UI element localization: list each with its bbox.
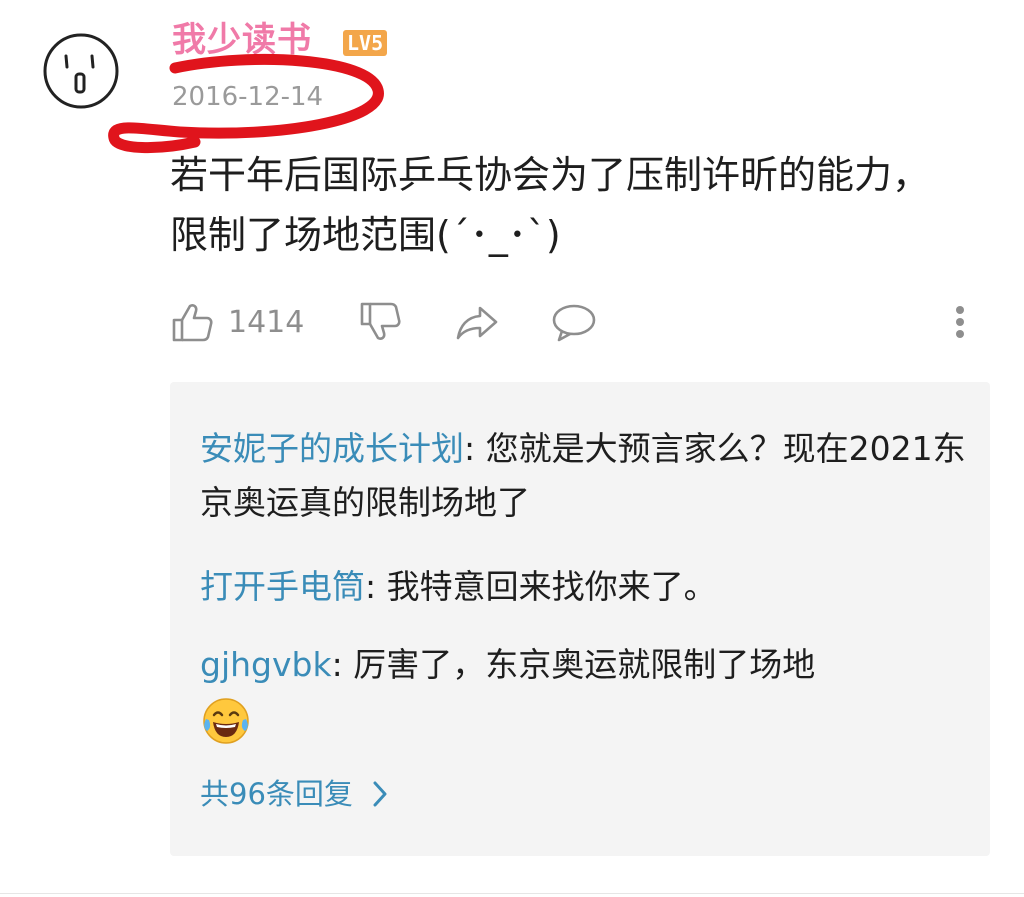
laughing-tears-emoji-icon [203, 697, 249, 744]
replies-panel: 安妮子的成长计划: 您就是大预言家么？现在2021东京奥运真的限制场地了 打开手… [170, 382, 990, 856]
comment-item: 我少读书 LV5 2016-12-14 若干年后国际乒乓协会为了压制许昕的能力，… [0, 0, 1024, 897]
thumbs-up-icon [172, 304, 213, 342]
reply-username[interactable]: gjhgvbk [200, 645, 332, 684]
avatar[interactable] [42, 32, 120, 110]
comment-actions: 1414 [170, 295, 980, 349]
reply-item[interactable]: 安妮子的成长计划: 您就是大预言家么？现在2021东京奥运真的限制场地了 [200, 422, 970, 530]
username[interactable]: 我少读书 [172, 18, 312, 62]
reply-text: 厉害了，东京奥运就限制了场地 [353, 645, 816, 684]
reply-item[interactable]: gjhgvbk: 厉害了，东京奥运就限制了场地 [200, 638, 970, 747]
reply-item[interactable]: 打开手电筒: 我特意回来找你来了。 [200, 560, 970, 614]
chevron-right-icon [373, 781, 387, 807]
like-count: 1414 [228, 304, 305, 340]
speech-bubble-icon [552, 304, 596, 342]
more-options-button[interactable] [946, 295, 974, 349]
view-all-label: 共96条回复 [200, 777, 353, 811]
thumbs-down-icon [360, 302, 401, 340]
reply-separator: : [331, 645, 354, 684]
view-all-replies-link[interactable]: 共96条回复 [200, 774, 389, 814]
like-button[interactable]: 1414 [170, 295, 304, 349]
share-arrow-icon [456, 306, 498, 340]
reply-button[interactable] [550, 295, 598, 349]
dislike-button[interactable] [358, 295, 402, 349]
reply-username[interactable]: 安妮子的成长计划 [200, 429, 464, 468]
comment-text: 若干年后国际乒乓协会为了压制许昕的能力，限制了场地范围(´･_･`) [170, 153, 931, 257]
reply-separator: : [464, 429, 486, 468]
comment-date: 2016-12-14 [172, 82, 324, 112]
hand-drawn-face-icon [43, 33, 119, 109]
reply-username[interactable]: 打开手电筒 [200, 567, 365, 606]
share-button[interactable] [454, 295, 500, 349]
divider [0, 893, 1024, 894]
reply-text: 我特意回来找你来了。 [386, 567, 717, 606]
reply-separator: : [365, 567, 387, 606]
level-badge: LV5 [343, 30, 388, 56]
more-vertical-icon [956, 306, 964, 338]
